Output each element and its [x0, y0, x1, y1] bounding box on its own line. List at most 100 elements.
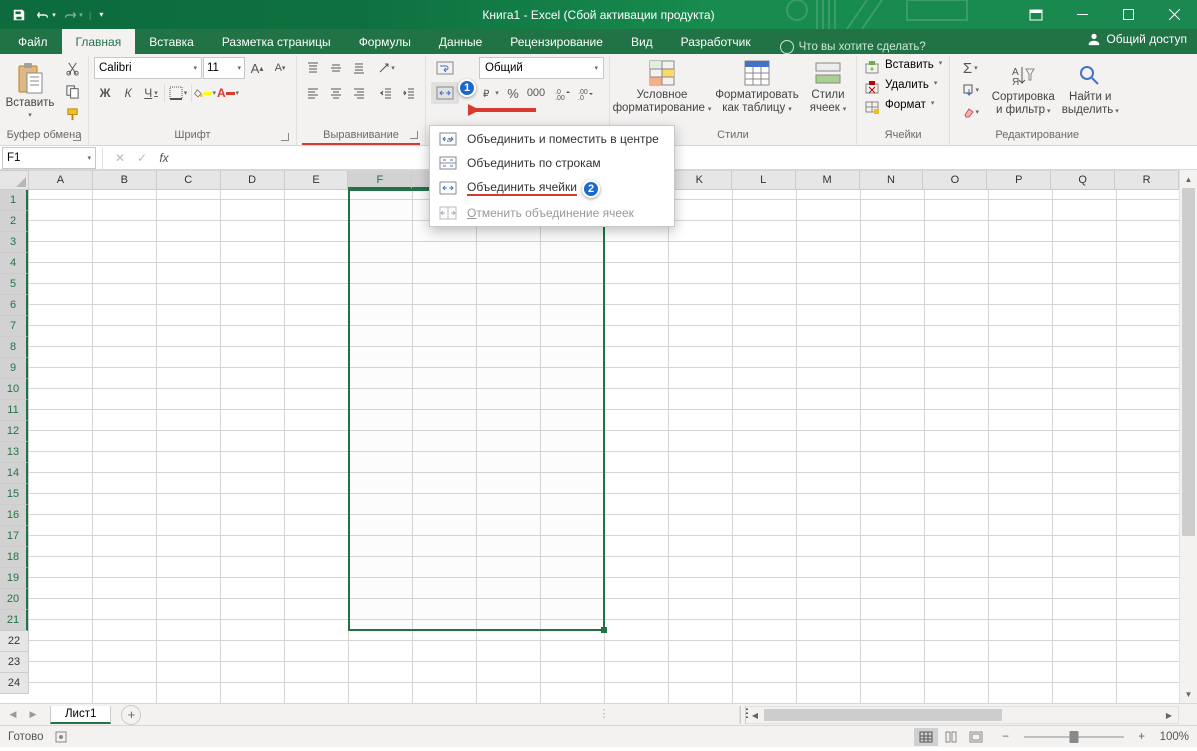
clear-button[interactable]: ▾: [955, 101, 985, 123]
column-header[interactable]: B: [93, 171, 157, 189]
tab-home[interactable]: Главная: [62, 29, 136, 54]
align-left-button[interactable]: [302, 82, 324, 104]
font-name-combo[interactable]: Calibri▾: [94, 57, 202, 79]
row-header[interactable]: 1: [0, 190, 28, 211]
row-header[interactable]: 24: [0, 673, 28, 694]
paste-button[interactable]: Вставить ▾: [5, 57, 55, 125]
column-header[interactable]: C: [157, 171, 221, 189]
zoom-in-button[interactable]: +: [1134, 729, 1150, 745]
accounting-format-button[interactable]: ₽▾: [479, 82, 501, 104]
underline-button[interactable]: Ч▾: [140, 82, 162, 104]
italic-button[interactable]: К: [117, 82, 139, 104]
decrease-font-button[interactable]: A▾: [269, 57, 291, 79]
wrap-text-button[interactable]: [431, 57, 459, 79]
align-bottom-button[interactable]: [348, 57, 370, 79]
align-center-button[interactable]: [325, 82, 347, 104]
borders-button[interactable]: ▾: [167, 82, 189, 104]
tab-insert[interactable]: Вставка: [135, 29, 208, 54]
format-painter-button[interactable]: [61, 103, 83, 125]
undo-button[interactable]: ▾: [33, 2, 59, 27]
column-header[interactable]: F: [348, 171, 412, 189]
tab-formulas[interactable]: Формулы: [345, 29, 425, 54]
align-top-button[interactable]: [302, 57, 324, 79]
column-header[interactable]: L: [732, 171, 796, 189]
macro-record-icon[interactable]: [54, 730, 68, 744]
autosum-button[interactable]: Σ▾: [955, 57, 985, 79]
row-header[interactable]: 18: [0, 547, 28, 568]
merge-cells-item[interactable]: Объединить ячейки: [431, 175, 673, 201]
column-header[interactable]: A: [29, 171, 93, 189]
insert-function-button[interactable]: fx: [153, 147, 175, 169]
row-header[interactable]: 8: [0, 337, 28, 358]
row-header[interactable]: 3: [0, 232, 28, 253]
share-button[interactable]: Общий доступ: [1087, 32, 1187, 46]
name-box[interactable]: F1▾: [2, 147, 96, 169]
column-header[interactable]: R: [1115, 171, 1179, 189]
page-break-view-button[interactable]: [964, 728, 988, 746]
number-format-combo[interactable]: Общий▾: [479, 57, 604, 79]
font-size-combo[interactable]: 11▾: [203, 57, 245, 79]
font-dialog-launcher[interactable]: [279, 131, 291, 143]
bold-button[interactable]: Ж: [94, 82, 116, 104]
format-as-table-button[interactable]: Форматироватькак таблицу▾: [715, 57, 799, 116]
row-header[interactable]: 19: [0, 568, 28, 589]
insert-cells-button[interactable]: Вставить▾: [862, 57, 944, 77]
decrease-decimal-button[interactable]: .00.0: [575, 82, 597, 104]
formula-input[interactable]: [175, 147, 1197, 169]
row-header[interactable]: 15: [0, 484, 28, 505]
row-header[interactable]: 16: [0, 505, 28, 526]
column-header[interactable]: N: [860, 171, 924, 189]
tell-me-search[interactable]: Что вы хотите сделать?: [780, 40, 926, 54]
copy-button[interactable]: [61, 80, 83, 102]
row-header[interactable]: 6: [0, 295, 28, 316]
cut-button[interactable]: [61, 57, 83, 79]
row-header[interactable]: 9: [0, 358, 28, 379]
zoom-level[interactable]: 100%: [1160, 731, 1189, 743]
increase-font-button[interactable]: A▴: [246, 57, 268, 79]
fill-color-button[interactable]: ▾: [194, 82, 216, 104]
sheet-tab-1[interactable]: Лист1: [50, 706, 111, 724]
zoom-slider[interactable]: [1024, 736, 1124, 738]
merge-across-item[interactable]: Объединить по строкам: [431, 151, 673, 175]
close-button[interactable]: [1151, 0, 1197, 29]
column-header[interactable]: P: [987, 171, 1051, 189]
find-select-button[interactable]: Найти ивыделить▾: [1061, 57, 1119, 123]
select-all-button[interactable]: [0, 170, 29, 190]
row-header[interactable]: 12: [0, 421, 28, 442]
row-header[interactable]: 21: [0, 610, 28, 631]
unmerge-cells-item[interactable]: Отменить объединение ячеек: [431, 201, 673, 225]
column-header[interactable]: O: [923, 171, 987, 189]
row-header[interactable]: 10: [0, 379, 28, 400]
align-middle-button[interactable]: [325, 57, 347, 79]
font-color-button[interactable]: A▾: [217, 82, 239, 104]
row-header[interactable]: 7: [0, 316, 28, 337]
conditional-formatting-button[interactable]: Условноеформатирование▾: [615, 57, 709, 116]
tab-view[interactable]: Вид: [617, 29, 667, 54]
decrease-indent-button[interactable]: [375, 82, 397, 104]
delete-cells-button[interactable]: Удалить▾: [862, 77, 944, 97]
horizontal-scrollbar[interactable]: ⋮ ◀ ▶: [739, 706, 1179, 724]
row-header[interactable]: 20: [0, 589, 28, 610]
sheet-nav-next[interactable]: ▶: [24, 706, 42, 724]
row-header[interactable]: 5: [0, 274, 28, 295]
row-header[interactable]: 2: [0, 211, 28, 232]
percent-button[interactable]: %: [502, 82, 524, 104]
column-header[interactable]: M: [796, 171, 860, 189]
redo-button[interactable]: ▾: [60, 2, 86, 27]
column-header[interactable]: E: [285, 171, 349, 189]
sort-filter-button[interactable]: AЯ Сортировкаи фильтр▾: [991, 57, 1055, 123]
tab-file[interactable]: Файл: [4, 29, 62, 54]
zoom-out-button[interactable]: −: [998, 729, 1014, 745]
comma-button[interactable]: 000: [525, 82, 547, 104]
increase-indent-button[interactable]: [398, 82, 420, 104]
cells-area[interactable]: [29, 190, 1179, 703]
increase-decimal-button[interactable]: .0.00: [552, 82, 574, 104]
page-layout-view-button[interactable]: [939, 728, 963, 746]
row-header[interactable]: 13: [0, 442, 28, 463]
column-header[interactable]: K: [668, 171, 732, 189]
align-right-button[interactable]: [348, 82, 370, 104]
row-header[interactable]: 22: [0, 631, 28, 652]
orientation-button[interactable]: ▾: [375, 57, 397, 79]
maximize-button[interactable]: [1105, 0, 1151, 29]
column-header[interactable]: D: [221, 171, 285, 189]
